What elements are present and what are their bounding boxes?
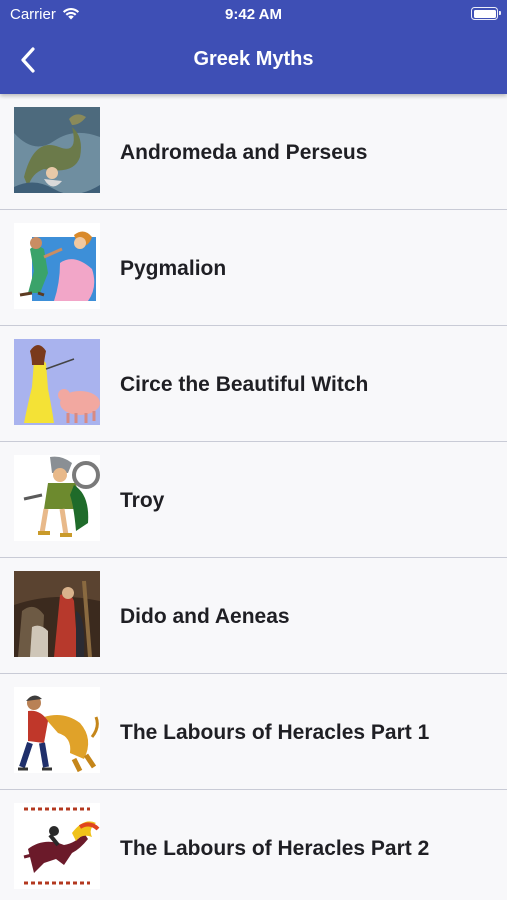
myth-title: Pygmalion — [120, 257, 227, 280]
navigation-bar: Greek Myths — [0, 28, 507, 94]
myth-title: Troy — [120, 489, 165, 512]
list-item[interactable]: The Labours of Heracles Part 1 — [0, 674, 507, 790]
sea-monster-thumbnail — [14, 107, 100, 193]
winged-horse-thumbnail — [14, 803, 100, 889]
myth-title: Circe the Beautiful Witch — [120, 373, 369, 396]
painting-thumbnail — [14, 571, 100, 657]
sculptor-thumbnail — [14, 223, 100, 309]
warrior-thumbnail — [14, 455, 100, 541]
myth-title: The Labours of Heracles Part 2 — [120, 837, 430, 860]
list-item[interactable]: The Labours of Heracles Part 2 — [0, 790, 507, 900]
battery-icon — [471, 7, 501, 20]
myth-title: The Labours of Heracles Part 1 — [120, 721, 430, 744]
app-header: Carrier 9:42 AM Greek Myths — [0, 0, 507, 94]
heracles-thumbnail — [14, 687, 100, 773]
witch-thumbnail — [14, 339, 100, 425]
myth-title: Andromeda and Perseus — [120, 141, 368, 164]
list-item[interactable]: Dido and Aeneas — [0, 558, 507, 674]
status-time: 9:42 AM — [225, 6, 282, 23]
list-item[interactable]: Andromeda and Perseus — [0, 94, 507, 210]
page-title: Greek Myths — [193, 48, 314, 70]
list-item[interactable]: Circe the Beautiful Witch — [0, 326, 507, 442]
myth-list: Andromeda and Perseus Pygmalion Circe th… — [0, 94, 507, 900]
myth-title: Dido and Aeneas — [120, 605, 290, 628]
list-item[interactable]: Troy — [0, 442, 507, 558]
status-bar: Carrier 9:42 AM — [0, 0, 507, 28]
list-item[interactable]: Pygmalion — [0, 210, 507, 326]
